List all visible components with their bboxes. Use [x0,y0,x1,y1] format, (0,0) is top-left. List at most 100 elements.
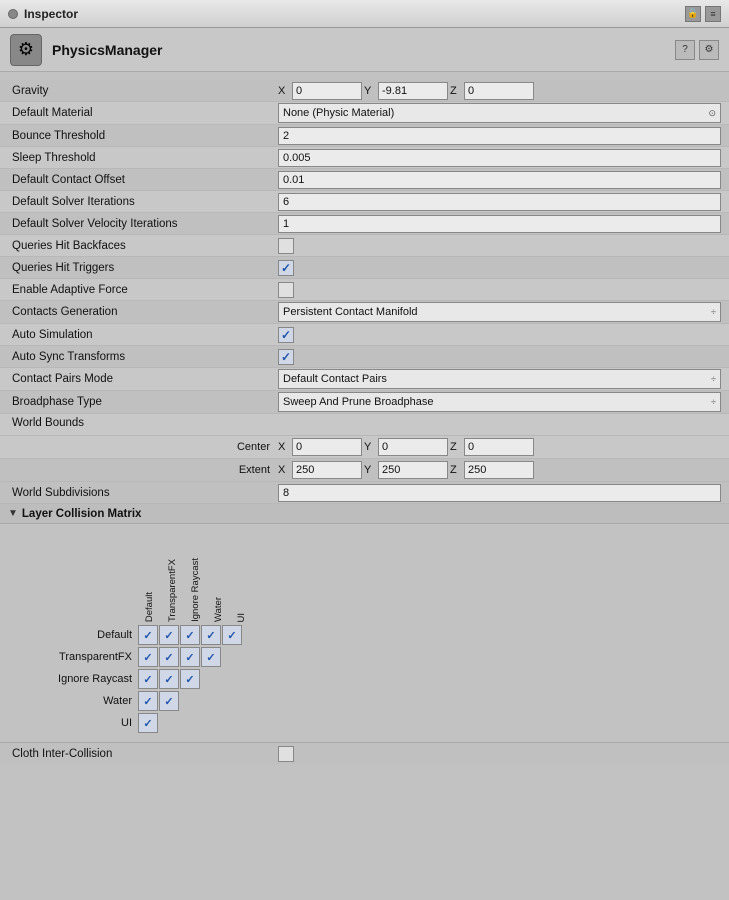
matrix-col-water: Water [207,532,229,622]
contact-pairs-mode-dropdown[interactable]: Default Contact Pairs ÷ [278,369,721,389]
matrix-cell-default-ignoreraycast[interactable] [180,625,200,645]
matrix-cell-ignoreraycast-transparentfx[interactable] [159,669,179,689]
matrix-cell-water-default[interactable] [138,691,158,711]
gravity-x-input[interactable] [292,82,362,100]
world-subdivisions-field [278,484,721,502]
enable-adaptive-force-checkbox[interactable] [278,282,294,298]
queries-hit-triggers-row: Queries Hit Triggers [0,257,729,279]
auto-sync-transforms-checkbox[interactable] [278,349,294,365]
matrix-row-transparentfx-cells [138,647,221,667]
default-contact-offset-input[interactable] [278,171,721,189]
broadphase-type-dropdown[interactable]: Sweep And Prune Broadphase ÷ [278,392,721,412]
center-y-input[interactable] [378,438,448,456]
broadphase-type-field: Sweep And Prune Broadphase ÷ [278,392,721,412]
center-z-input[interactable] [464,438,534,456]
matrix-cell-default-default[interactable] [138,625,158,645]
layer-collision-matrix-header[interactable]: ▼ Layer Collision Matrix [0,504,729,524]
contacts-generation-label: Contacts Generation [8,306,278,318]
matrix-cell-ignoreraycast-default[interactable] [138,669,158,689]
default-solver-iterations-label: Default Solver Iterations [8,196,278,208]
matrix-col-labels: Default TransparentFX Ignore Raycast Wat… [138,532,252,622]
help-button[interactable]: ? [675,40,695,60]
settings-button[interactable]: ⚙ [699,40,719,60]
default-material-label: Default Material [8,107,278,119]
world-subdivisions-label: World Subdivisions [8,487,278,499]
matrix-cell-transparentfx-water[interactable] [201,647,221,667]
auto-sync-transforms-row: Auto Sync Transforms [0,346,729,368]
cloth-inter-collision-row: Cloth Inter-Collision [0,742,729,765]
contact-pairs-mode-field: Default Contact Pairs ÷ [278,369,721,389]
gravity-label: Gravity [8,85,278,97]
auto-sync-transforms-label: Auto Sync Transforms [8,351,278,363]
bounce-threshold-input[interactable] [278,127,721,145]
gravity-y-input[interactable] [378,82,448,100]
enable-adaptive-force-label: Enable Adaptive Force [8,284,278,296]
default-solver-velocity-field [278,215,721,233]
extent-z-input[interactable] [464,461,534,479]
contact-pairs-dropdown-arrow: ÷ [711,374,716,384]
world-subdivisions-row: World Subdivisions [0,482,729,504]
bounce-threshold-field [278,127,721,145]
title-bar-text: Inspector [24,7,78,21]
section-collapse-arrow: ▼ [8,508,18,519]
queries-hit-backfaces-checkbox[interactable] [278,238,294,254]
matrix-row-ignore-raycast-label: Ignore Raycast [8,673,138,685]
matrix-cell-default-water[interactable] [201,625,221,645]
world-subdivisions-input[interactable] [278,484,721,502]
matrix-cell-default-ui[interactable] [222,625,242,645]
default-contact-offset-row: Default Contact Offset [0,169,729,191]
contact-pairs-mode-label: Contact Pairs Mode [8,373,278,385]
contacts-dropdown-arrow: ÷ [711,307,716,317]
sleep-threshold-row: Sleep Threshold [0,147,729,169]
gravity-y-label: Y [364,85,376,97]
gravity-x-label: X [278,85,290,97]
cloth-inter-collision-checkbox[interactable] [278,746,294,762]
default-contact-offset-field [278,171,721,189]
queries-hit-backfaces-row: Queries Hit Backfaces [0,235,729,257]
extent-y-input[interactable] [378,461,448,479]
default-solver-iterations-input[interactable] [278,193,721,211]
broadphase-type-label: Broadphase Type [8,396,278,408]
matrix-cell-ui-default[interactable] [138,713,158,733]
contacts-generation-value: Persistent Contact Manifold [283,306,418,318]
contacts-generation-dropdown[interactable]: Persistent Contact Manifold ÷ [278,302,721,322]
sleep-threshold-input[interactable] [278,149,721,167]
matrix-col-ui: UI [230,532,252,622]
matrix-col-default: Default [138,532,160,622]
lock-icon[interactable]: 🔒 [685,6,701,22]
queries-hit-backfaces-field [278,238,721,254]
default-solver-velocity-input[interactable] [278,215,721,233]
center-x-label: X [278,441,290,453]
matrix-cell-transparentfx-ignoreraycast[interactable] [180,647,200,667]
broadphase-type-row: Broadphase Type Sweep And Prune Broadpha… [0,391,729,414]
gravity-z-label: Z [450,85,462,97]
extent-x-input[interactable] [292,461,362,479]
matrix-row-ui-cells [138,713,158,733]
default-solver-velocity-label: Default Solver Velocity Iterations [8,218,278,230]
menu-icon[interactable]: ≡ [705,6,721,22]
matrix-col-headers: Default TransparentFX Ignore Raycast Wat… [138,532,721,622]
contact-pairs-mode-value: Default Contact Pairs [283,373,387,385]
matrix-cell-default-transparentfx[interactable] [159,625,179,645]
matrix-cell-water-transparentfx[interactable] [159,691,179,711]
matrix-cell-transparentfx-default[interactable] [138,647,158,667]
extent-x-label: X [278,464,290,476]
sleep-threshold-field [278,149,721,167]
center-x-input[interactable] [292,438,362,456]
world-bounds-row: World Bounds [0,414,729,436]
sleep-threshold-label: Sleep Threshold [8,152,278,164]
auto-sync-transforms-field [278,349,721,365]
world-bounds-center-label: Center [8,441,278,453]
matrix-cell-ignoreraycast-ignoreraycast[interactable] [180,669,200,689]
default-material-dropdown[interactable]: None (Physic Material) ⊙ [278,103,721,123]
auto-simulation-checkbox[interactable] [278,327,294,343]
gravity-z-input[interactable] [464,82,534,100]
enable-adaptive-force-row: Enable Adaptive Force [0,279,729,301]
queries-hit-triggers-checkbox[interactable] [278,260,294,276]
center-y-label: Y [364,441,376,453]
title-bar: Inspector 🔒 ≡ [0,0,729,28]
matrix-cell-transparentfx-transparentfx[interactable] [159,647,179,667]
layer-collision-matrix-label: Layer Collision Matrix [22,508,142,520]
matrix-row-water-label: Water [8,695,138,707]
matrix-row-ignore-raycast: Ignore Raycast [8,668,721,690]
